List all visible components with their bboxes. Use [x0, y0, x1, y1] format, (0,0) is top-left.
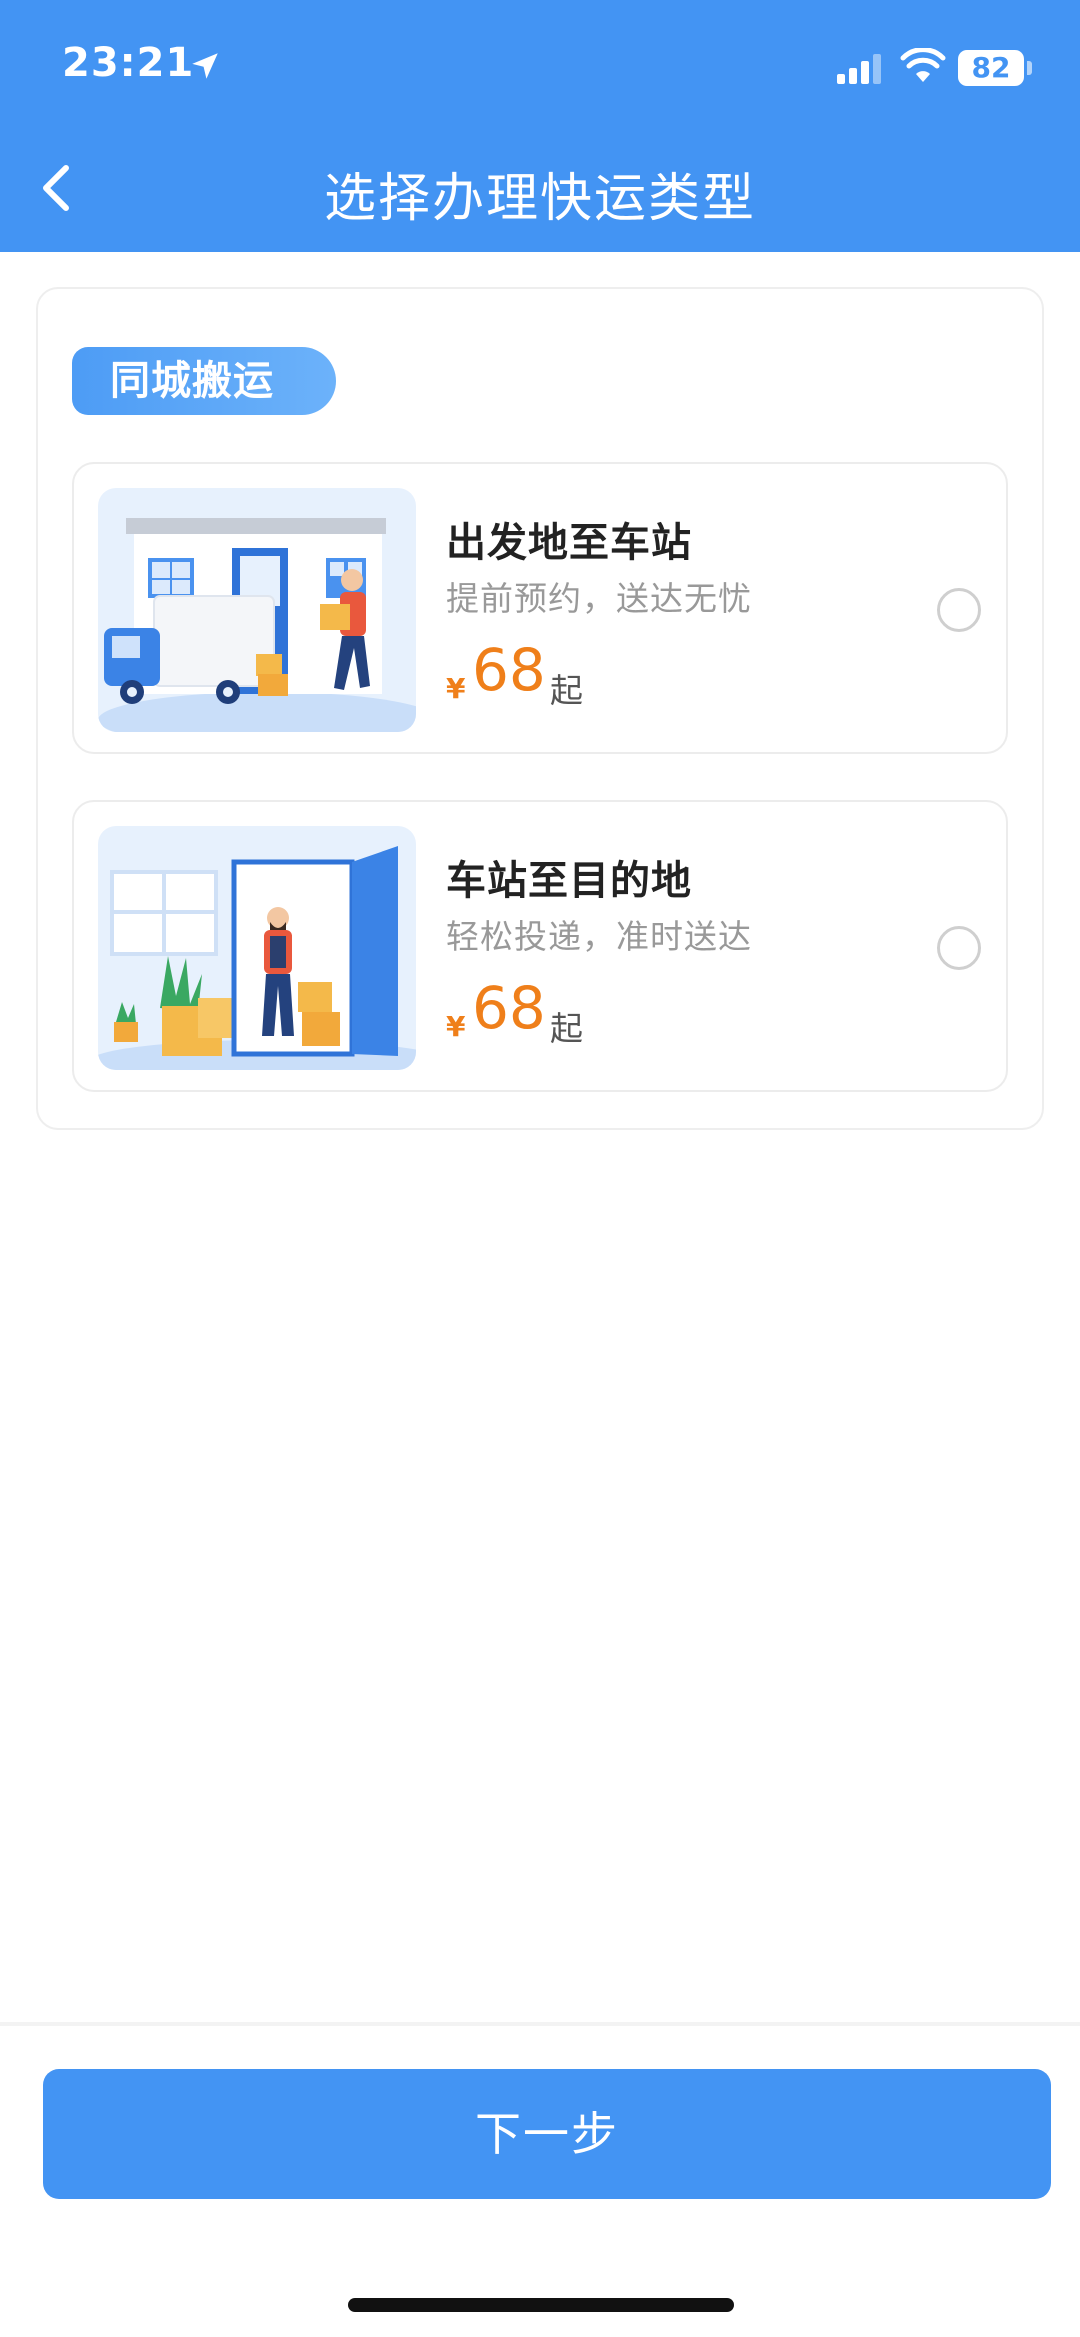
header-bar: 23:21 82 选择办理快运类型 — [0, 0, 1080, 252]
battery-tip — [1027, 61, 1032, 75]
price-value: 68 — [472, 636, 546, 704]
screen: 23:21 82 选择办理快运类型 同城搬运 出发地至车站 提前预约，送达无忧 … — [0, 0, 1080, 2337]
bottom-divider — [0, 2022, 1080, 2026]
status-time: 23:21 — [62, 40, 195, 86]
price-suffix: 起 — [550, 671, 583, 710]
option-subtitle: 轻松投递，准时送达 — [446, 917, 752, 956]
delivery-truck-illustration — [98, 488, 416, 732]
price-value: 68 — [472, 974, 546, 1042]
option-title: 出发地至车站 — [446, 520, 692, 566]
option-card-origin-to-station[interactable]: 出发地至车站 提前预约，送达无忧 ¥ 68 起 — [72, 462, 1008, 754]
price-currency: ¥ — [446, 672, 466, 705]
option-card-station-to-destination[interactable]: 车站至目的地 轻松投递，准时送达 ¥ 68 起 — [72, 800, 1008, 1092]
option-subtitle: 提前预约，送达无忧 — [446, 579, 752, 618]
price-suffix: 起 — [550, 1009, 583, 1048]
section-tag: 同城搬运 — [72, 347, 336, 415]
battery-indicator: 82 — [958, 50, 1024, 86]
door-delivery-illustration — [98, 826, 416, 1070]
page-title: 选择办理快运类型 — [323, 169, 756, 229]
price-currency: ¥ — [446, 1010, 466, 1043]
next-step-button[interactable]: 下一步 — [43, 2069, 1051, 2199]
option-radio[interactable] — [937, 926, 981, 970]
option-radio[interactable] — [937, 588, 981, 632]
cellular-signal-icon — [837, 54, 881, 84]
option-title: 车站至目的地 — [446, 858, 692, 904]
wifi-icon — [900, 48, 946, 82]
home-indicator — [348, 2298, 734, 2312]
location-arrow-icon — [192, 53, 218, 79]
